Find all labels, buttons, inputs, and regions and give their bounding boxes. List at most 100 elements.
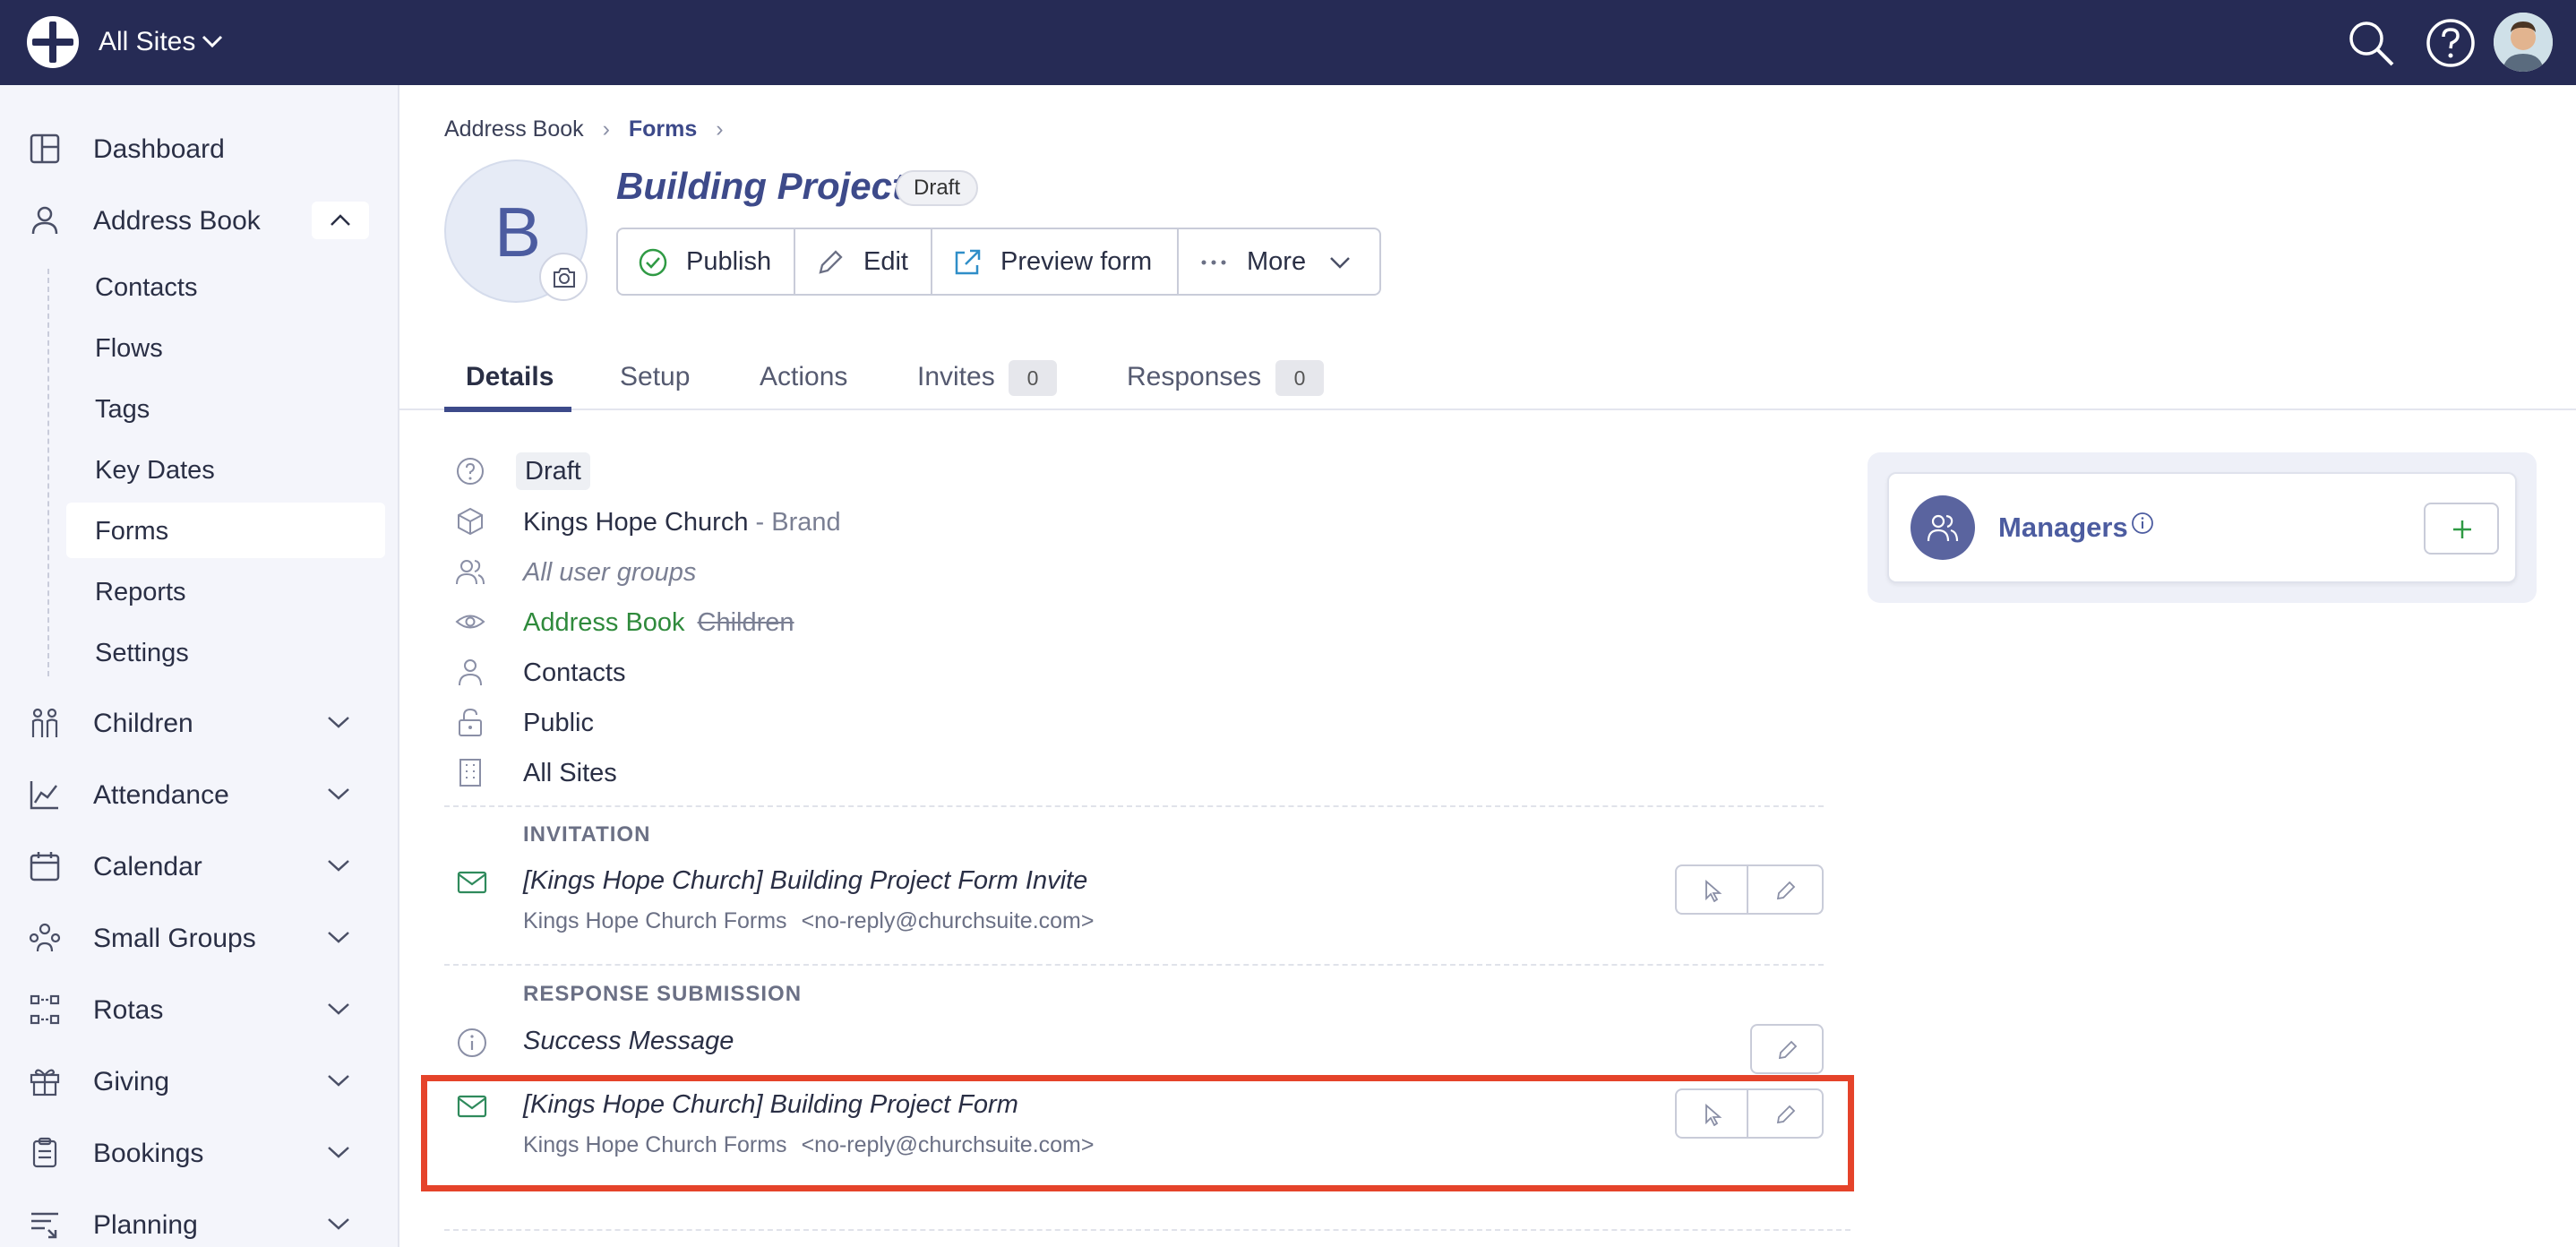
group-icon <box>29 923 61 952</box>
divider <box>444 964 1824 966</box>
user-avatar[interactable] <box>2494 13 2553 72</box>
detail-brand: Kings Hope Church - Brand <box>444 499 1824 544</box>
eye-icon <box>455 615 485 629</box>
brand-suffix: - Brand <box>755 508 841 537</box>
sidebar-item-label: Small Groups <box>93 924 256 953</box>
info-icon <box>458 1028 486 1057</box>
sidebar-item-dashboard[interactable]: Dashboard <box>0 120 398 174</box>
detail-visibility: Address Book Children <box>444 599 1824 644</box>
add-manager-button[interactable] <box>2424 503 2499 555</box>
help-icon[interactable] <box>2424 16 2477 70</box>
tab-label: Actions <box>760 362 848 391</box>
invitation-sender: Kings Hope Church Forms <no-reply@churchs… <box>523 908 1094 934</box>
detail-access: Public <box>444 700 1824 744</box>
external-link-icon <box>955 249 981 275</box>
edit-label: Edit <box>863 247 908 276</box>
sidebar-item-giving[interactable]: Giving <box>0 1053 398 1106</box>
tab-setup[interactable]: Setup <box>620 353 709 410</box>
sidebar-item-label: Attendance <box>93 780 229 810</box>
action-button-group: Publish Edit Preview form More <box>616 228 1381 296</box>
person-icon <box>31 206 58 235</box>
tab-active-indicator <box>444 407 571 412</box>
invitation-subject[interactable]: [Kings Hope Church] Building Project For… <box>523 866 1087 896</box>
sidebar-item-planning[interactable]: Planning <box>0 1196 398 1247</box>
sidebar-subitem-forms[interactable]: Forms <box>66 503 385 558</box>
building-icon <box>459 759 481 787</box>
sidebar-subitem-label: Reports <box>95 578 186 606</box>
invitation-select-button[interactable] <box>1677 866 1748 913</box>
sidebar-subitem-label: Key Dates <box>95 456 215 485</box>
tab-responses[interactable]: Responses 0 <box>1127 353 1324 410</box>
tab-invites[interactable]: Invites 0 <box>917 353 1069 410</box>
more-label: More <box>1247 247 1307 276</box>
highlight-box <box>421 1075 1854 1191</box>
chevron-down-icon <box>328 1218 349 1230</box>
tab-label: Details <box>466 362 554 391</box>
chevron-down-icon <box>328 1003 349 1015</box>
chevron-down-icon <box>328 1147 349 1158</box>
collapse-button[interactable] <box>312 202 369 239</box>
managers-label: Managers <box>1998 512 2128 543</box>
site-selector-label[interactable]: All Sites <box>99 27 195 57</box>
user-groups-value: All user groups <box>523 558 697 587</box>
tab-details[interactable]: Details <box>444 353 571 412</box>
clipboard-icon <box>32 1137 57 1168</box>
sidebar-item-label: Address Book <box>93 206 261 236</box>
invitation-edit-button[interactable] <box>1750 866 1822 913</box>
more-button[interactable]: More <box>1179 229 1381 294</box>
avatar-image <box>2494 13 2553 72</box>
success-message-edit-button[interactable] <box>1752 1026 1824 1072</box>
sidebar-subitem-flows[interactable]: Flows <box>66 320 385 375</box>
visibility-active: Address Book <box>523 608 685 637</box>
brand-name: Kings Hope Church <box>523 508 749 537</box>
publish-label: Publish <box>686 247 772 276</box>
info-icon[interactable] <box>2131 512 2154 535</box>
users-icon <box>456 560 485 585</box>
status-value: Draft <box>516 452 590 490</box>
chevron-down-icon <box>328 860 349 872</box>
unlock-icon <box>459 708 482 736</box>
calendar-icon <box>30 852 60 882</box>
publish-button[interactable]: Publish <box>618 229 795 294</box>
sub-nav-guide <box>47 269 49 676</box>
sidebar-item-bookings[interactable]: Bookings <box>0 1124 398 1178</box>
sidebar-item-label: Dashboard <box>93 134 225 164</box>
sidebar: Dashboard Address Book Contacts Flows Ta… <box>0 85 399 1247</box>
sender-address: <no-reply@churchsuite.com> <box>801 908 1095 933</box>
status-badge: Draft <box>896 170 979 206</box>
tab-actions[interactable]: Actions <box>760 353 858 410</box>
divider <box>444 805 1824 807</box>
page-title: Building Project <box>616 165 906 207</box>
sidebar-item-small-groups[interactable]: Small Groups <box>0 909 398 963</box>
response-submission-heading: RESPONSE SUBMISSION <box>523 982 803 1006</box>
breadcrumb-item[interactable]: Address Book <box>444 116 584 142</box>
logo-icon[interactable] <box>25 14 81 70</box>
sidebar-subitem-reports[interactable]: Reports <box>66 563 385 619</box>
chevron-down-icon[interactable] <box>199 30 226 52</box>
sidebar-item-rotas[interactable]: Rotas <box>0 981 398 1035</box>
sidebar-subitem-contacts[interactable]: Contacts <box>66 259 385 314</box>
change-photo-button[interactable] <box>539 253 588 301</box>
sidebar-subitem-key-dates[interactable]: Key Dates <box>66 442 385 497</box>
cube-icon <box>458 507 483 536</box>
success-message-label[interactable]: Success Message <box>523 1027 734 1056</box>
sidebar-item-attendance[interactable]: Attendance <box>0 766 398 820</box>
preview-form-button[interactable]: Preview form <box>932 229 1179 294</box>
gift-icon <box>30 1069 60 1096</box>
managers-panel: Managers <box>1868 452 2537 603</box>
sidebar-subitem-tags[interactable]: Tags <box>66 381 385 436</box>
sidebar-item-address-book[interactable]: Address Book <box>0 192 398 245</box>
sidebar-subitem-settings[interactable]: Settings <box>66 624 385 680</box>
search-icon[interactable] <box>2344 16 2398 70</box>
sidebar-item-calendar[interactable]: Calendar <box>0 838 398 891</box>
managers-avatar <box>1911 495 1975 560</box>
rotas-icon <box>30 994 60 1025</box>
preview-label: Preview form <box>1000 247 1153 276</box>
breadcrumb-item-current[interactable]: Forms <box>629 116 697 142</box>
brand-value: Kings Hope Church - Brand <box>523 508 841 538</box>
tab-label: Invites <box>917 362 995 391</box>
chevron-down-icon <box>1330 257 1350 269</box>
sidebar-item-children[interactable]: Children <box>0 694 398 748</box>
edit-button[interactable]: Edit <box>795 229 932 294</box>
top-bar: All Sites <box>0 0 2576 85</box>
